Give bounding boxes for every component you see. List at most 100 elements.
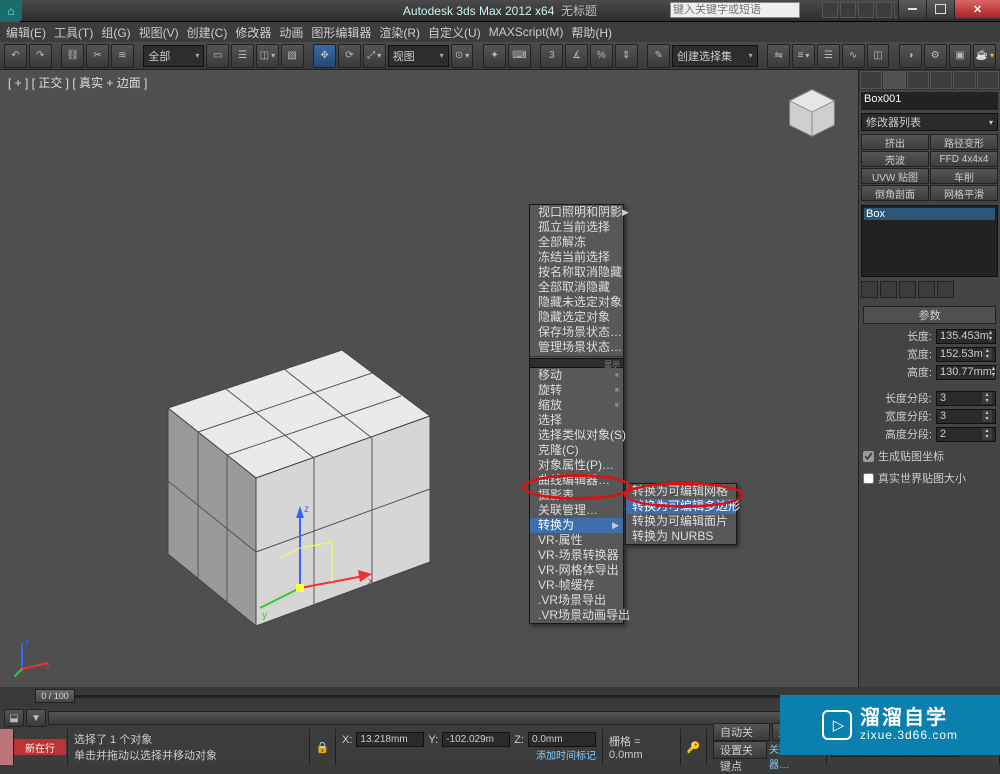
schematic-view-button[interactable]: ◫ [867, 44, 890, 68]
menu-customize[interactable]: 自定义(U) [428, 24, 481, 41]
window-maximize-button[interactable] [926, 0, 954, 18]
ctx-item[interactable]: VR-网格体导出 [530, 563, 623, 578]
isolate-button[interactable]: 🔑 [681, 729, 707, 765]
ctx-item[interactable]: 关联管理… [530, 503, 623, 518]
menu-grapheditors[interactable]: 图形编辑器 [311, 24, 371, 41]
ctx-item[interactable]: 全部取消隐藏 [530, 280, 623, 295]
maxscript-mini-listener[interactable] [0, 729, 14, 765]
view-cube[interactable] [784, 84, 840, 140]
tab-create[interactable] [860, 71, 882, 89]
rendered-frame-button[interactable]: ▣ [949, 44, 972, 68]
menu-create[interactable]: 创建(C) [187, 24, 228, 41]
menu-rendering[interactable]: 渲染(R) [379, 24, 420, 41]
help-search-input[interactable] [670, 2, 800, 18]
ctx-item[interactable]: 旋转■ [530, 383, 623, 398]
mod-button[interactable]: UVW 贴图 [861, 168, 929, 184]
percent-snap-button[interactable]: % [590, 44, 613, 68]
hseg-spinner[interactable]: 2▴▾ [936, 427, 996, 442]
render-setup-button[interactable]: ⚙ [924, 44, 947, 68]
ctx-item[interactable]: 管理场景状态… [530, 340, 623, 355]
modifier-list-combo[interactable]: 修改器列表 [861, 113, 998, 131]
curve-editor-button[interactable]: ∿ [842, 44, 865, 68]
unlink-button[interactable]: ✂ [86, 44, 109, 68]
pin-stack-button[interactable] [861, 281, 878, 298]
viewport-label[interactable]: [ + ] [ 正交 ] [ 真实 + 边面 ] [8, 74, 147, 91]
wseg-spinner[interactable]: 3▴▾ [936, 409, 996, 424]
ctx-item[interactable]: VR-场景转换器 [530, 548, 623, 563]
mirror-button[interactable]: ⇋ [767, 44, 790, 68]
ctx-item[interactable]: 缩放■ [530, 398, 623, 413]
ctx-item[interactable]: 对象属性(P)… [530, 458, 623, 473]
exchange-icon[interactable] [858, 2, 874, 18]
select-region-button[interactable]: ◫ [256, 44, 279, 68]
lseg-spinner[interactable]: 3▴▾ [936, 391, 996, 406]
menu-modifiers[interactable]: 修改器 [235, 24, 271, 41]
layer-manager-button[interactable]: ☰ [817, 44, 840, 68]
menu-animation[interactable]: 动画 [279, 24, 303, 41]
select-object-button[interactable]: ▭ [206, 44, 229, 68]
real-world-map-checkbox[interactable]: 真实世界贴图大小 [863, 470, 996, 486]
window-minimize-button[interactable] [898, 0, 926, 18]
snap-toggle-3-button[interactable]: 3 [540, 44, 563, 68]
ctx-item[interactable]: 按名称取消隐藏 [530, 265, 623, 280]
ctx-item[interactable]: 选择类似对象(S) [530, 428, 623, 443]
rollout-params-header[interactable]: 参数 [863, 306, 996, 324]
named-selection-combo[interactable]: 创建选择集 [672, 45, 758, 67]
ctx-sub-item[interactable]: 转换为可编辑面片 [626, 514, 736, 529]
ctx-item[interactable]: VR-属性 [530, 533, 623, 548]
ctx-item[interactable]: 隐藏选定对象 [530, 310, 623, 325]
tab-modify[interactable] [883, 71, 905, 89]
menu-help[interactable]: 帮助(H) [571, 24, 612, 41]
window-close-button[interactable]: ✕ [954, 0, 1000, 18]
add-time-tag-link[interactable]: 添加时间标记 [536, 747, 596, 762]
subscription-icon[interactable] [840, 2, 856, 18]
ctx-item[interactable]: 移动■ [530, 368, 623, 383]
ctx-item[interactable]: 选择 [530, 413, 623, 428]
ref-coord-combo[interactable]: 视图 [388, 45, 449, 67]
manipulator-button[interactable]: ✦ [483, 44, 506, 68]
mod-button[interactable]: 壳波 [861, 151, 929, 167]
ctx-item[interactable]: .VR场景导出 [530, 593, 623, 608]
link-button[interactable]: ⛓ [61, 44, 84, 68]
viewport-perspective[interactable]: [ + ] [ 正交 ] [ 真实 + 边面 ] [0, 70, 858, 687]
trackbar-filter-button[interactable]: ▼ [26, 709, 46, 727]
configure-sets-button[interactable] [937, 281, 954, 298]
lock-selection-button[interactable]: 🔒 [310, 729, 336, 765]
mod-button[interactable]: 倒角剖面 [861, 185, 929, 201]
mod-button[interactable]: 网格平滑 [930, 185, 998, 201]
object-box001[interactable] [110, 300, 440, 640]
x-coord-input[interactable] [356, 732, 424, 747]
z-coord-input[interactable] [528, 732, 596, 747]
height-spinner[interactable]: 130.77mm▴▾ [936, 365, 996, 380]
auto-key-button[interactable]: 自动关键点 [713, 723, 770, 741]
remove-modifier-button[interactable] [918, 281, 935, 298]
tab-utilities[interactable] [977, 71, 999, 89]
ctx-sub-item[interactable]: 转换为 NURBS [626, 529, 736, 544]
undo-button[interactable]: ↶ [4, 44, 27, 68]
material-editor-button[interactable]: ◑ [899, 44, 922, 68]
redo-button[interactable]: ↷ [29, 44, 52, 68]
ctx-item[interactable]: 保存场景状态… [530, 325, 623, 340]
tab-motion[interactable] [930, 71, 952, 89]
set-key-button[interactable]: 设置关键点 [713, 741, 767, 759]
object-name-field[interactable]: Box001 [861, 92, 998, 110]
ctx-item[interactable]: 隐藏未选定对象 [530, 295, 623, 310]
ctx-item[interactable]: .VR场景动画导出 [530, 608, 623, 623]
ctx-item[interactable]: 孤立当前选择 [530, 220, 623, 235]
ctx-item[interactable]: 转换为▶ [530, 518, 623, 533]
time-slider-thumb[interactable]: 0 / 100 [35, 689, 75, 703]
render-button[interactable]: ☕ [973, 44, 996, 68]
mod-button[interactable]: 路径变形 [930, 134, 998, 150]
gen-map-coords-checkbox[interactable]: 生成贴图坐标 [863, 448, 996, 464]
named-selection-edit-button[interactable]: ✎ [647, 44, 670, 68]
spinner-snap-button[interactable]: ⇕ [615, 44, 638, 68]
mod-button[interactable]: FFD 4x4x4 [930, 151, 998, 167]
modifier-stack-list[interactable]: Box [861, 205, 998, 277]
menu-group[interactable]: 组(G) [101, 24, 130, 41]
ctx-item[interactable]: 视口照明和阴影▶ [530, 205, 623, 220]
trackbar-curves-toggle-button[interactable]: ⬓ [4, 709, 24, 727]
mod-button[interactable]: 挤出 [861, 134, 929, 150]
stack-item-box[interactable]: Box [864, 208, 995, 220]
length-spinner[interactable]: 135.453m▴▾ [936, 329, 996, 344]
bind-spacewarp-button[interactable]: ≋ [111, 44, 134, 68]
